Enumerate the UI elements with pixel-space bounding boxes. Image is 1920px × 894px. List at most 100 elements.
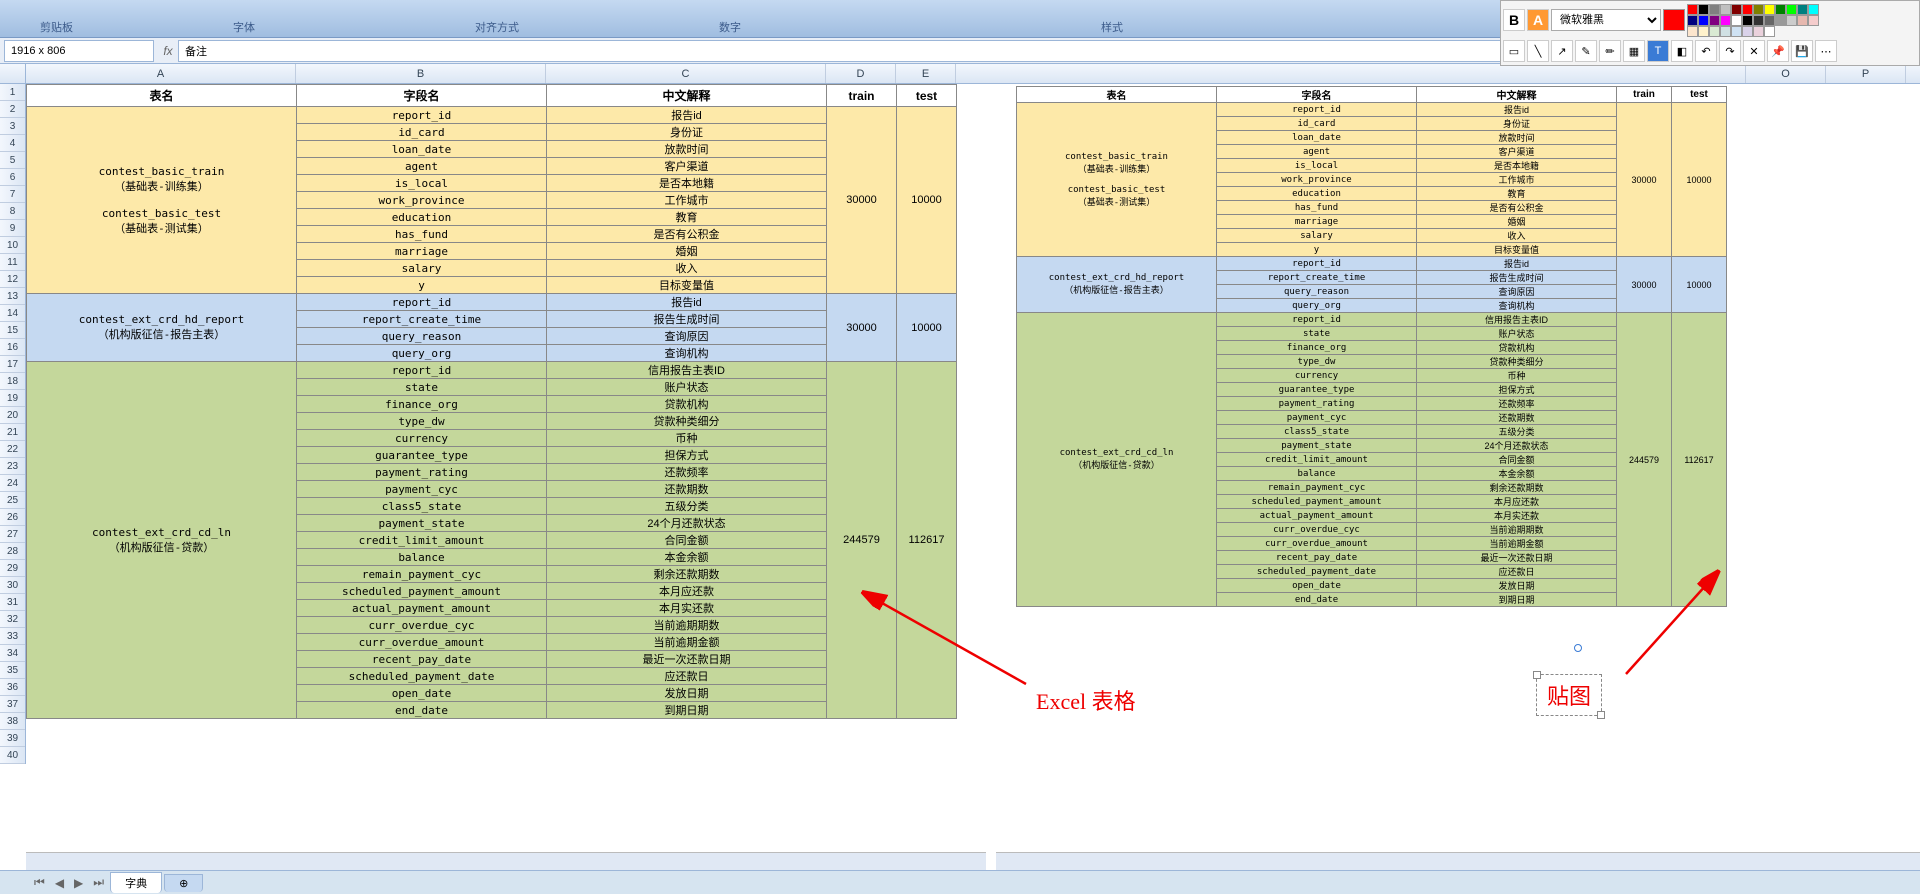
table-row[interactable]: contest_basic_train （基础表-训练集） contest_ba… <box>27 107 957 124</box>
label-paste-textbox[interactable]: 贴图 <box>1536 674 1602 716</box>
row-header[interactable]: 7 <box>0 186 25 203</box>
rect-tool-icon[interactable]: ▭ <box>1503 40 1525 62</box>
color-swatch[interactable] <box>1742 4 1753 15</box>
color-swatch[interactable] <box>1764 26 1775 37</box>
row-header[interactable]: 28 <box>0 543 25 560</box>
row-header[interactable]: 3 <box>0 118 25 135</box>
save-icon[interactable]: 💾 <box>1791 40 1813 62</box>
color-swatch[interactable] <box>1687 26 1698 37</box>
row-header[interactable]: 25 <box>0 492 25 509</box>
row-header[interactable]: 21 <box>0 424 25 441</box>
row-header[interactable]: 34 <box>0 645 25 662</box>
row-header[interactable]: 4 <box>0 135 25 152</box>
col-header[interactable]: B <box>296 64 546 83</box>
grid[interactable]: 表名字段名中文解释traintestcontest_basic_train （基… <box>26 84 1920 870</box>
col-header[interactable]: D <box>826 64 896 83</box>
row-header[interactable]: 10 <box>0 237 25 254</box>
color-swatch[interactable] <box>1687 4 1698 15</box>
color-swatch[interactable] <box>1731 4 1742 15</box>
color-swatch[interactable] <box>1797 4 1808 15</box>
row-header[interactable]: 38 <box>0 713 25 730</box>
color-swatch[interactable] <box>1709 26 1720 37</box>
col-header[interactable]: O <box>1746 64 1826 83</box>
color-swatch[interactable] <box>1753 26 1764 37</box>
scrollbar-left[interactable] <box>26 852 986 870</box>
color-swatch[interactable] <box>1731 26 1742 37</box>
row-header[interactable]: 40 <box>0 747 25 764</box>
tab-nav-next-icon[interactable]: ▶ <box>70 876 87 890</box>
color-swatch[interactable] <box>1753 4 1764 15</box>
col-header[interactable]: A <box>26 64 296 83</box>
color-swatch[interactable] <box>1808 4 1819 15</box>
row-header[interactable]: 14 <box>0 305 25 322</box>
sheet-tab-active[interactable]: 字典 <box>110 872 162 893</box>
row-header[interactable]: 15 <box>0 322 25 339</box>
row-header[interactable]: 8 <box>0 203 25 220</box>
ribbon-group-align[interactable]: 对齐方式 <box>475 19 519 37</box>
fx-icon[interactable]: fx <box>158 44 178 58</box>
color-swatch[interactable] <box>1775 4 1786 15</box>
row-header[interactable]: 17 <box>0 356 25 373</box>
color-swatch[interactable] <box>1698 26 1709 37</box>
pin-icon[interactable]: 📌 <box>1767 40 1789 62</box>
scrollbar-right[interactable] <box>996 852 1920 870</box>
row-header[interactable]: 29 <box>0 560 25 577</box>
row-header[interactable]: 39 <box>0 730 25 747</box>
color-swatch[interactable] <box>1698 4 1709 15</box>
tab-nav-prev-icon[interactable]: ◀ <box>51 876 68 890</box>
row-header[interactable]: 12 <box>0 271 25 288</box>
color-swatch[interactable] <box>1775 15 1786 26</box>
table-row[interactable]: contest_ext_crd_hd_report （机构版征信-报告主表）re… <box>1017 257 1727 271</box>
color-swatch[interactable] <box>1698 15 1709 26</box>
color-swatch[interactable] <box>1797 15 1808 26</box>
color-swatch[interactable] <box>1764 15 1775 26</box>
row-header[interactable]: 1 <box>0 84 25 101</box>
ribbon-group-clipboard[interactable]: 剪贴板 <box>40 19 73 37</box>
table-row[interactable]: contest_basic_train （基础表-训练集） contest_ba… <box>1017 103 1727 117</box>
color-swatch[interactable] <box>1720 26 1731 37</box>
row-header[interactable]: 36 <box>0 679 25 696</box>
row-header[interactable]: 11 <box>0 254 25 271</box>
color-swatch[interactable] <box>1742 26 1753 37</box>
main-table[interactable]: 表名字段名中文解释traintestcontest_basic_train （基… <box>26 84 957 719</box>
row-header[interactable]: 32 <box>0 611 25 628</box>
col-header[interactable]: P <box>1826 64 1906 83</box>
color-swatch[interactable] <box>1786 4 1797 15</box>
row-header[interactable]: 18 <box>0 373 25 390</box>
pen-tool-icon[interactable]: ✎ <box>1575 40 1597 62</box>
tab-nav-last-icon[interactable]: ⏭ <box>89 875 108 890</box>
font-select[interactable]: 微软雅黑 <box>1551 9 1661 31</box>
table-row[interactable]: contest_ext_crd_cd_ln （机构版征信-贷款）report_i… <box>27 362 957 379</box>
col-header[interactable]: C <box>546 64 826 83</box>
row-header[interactable]: 37 <box>0 696 25 713</box>
row-header[interactable]: 26 <box>0 509 25 526</box>
ribbon-group-font[interactable]: 字体 <box>233 19 255 37</box>
select-all-corner[interactable] <box>0 64 26 84</box>
arrow-tool-icon[interactable]: ↗ <box>1551 40 1573 62</box>
more-icon[interactable]: ⋯ <box>1815 40 1837 62</box>
table-row[interactable]: contest_ext_crd_hd_report （机构版征信-报告主表）re… <box>27 294 957 311</box>
table-row[interactable]: contest_ext_crd_cd_ln （机构版征信-贷款）report_i… <box>1017 313 1727 327</box>
ribbon-group-number[interactable]: 数字 <box>719 19 741 37</box>
name-box[interactable]: 1916 x 806 <box>4 40 154 62</box>
color-swatch[interactable] <box>1808 15 1819 26</box>
line-tool-icon[interactable]: ╲ <box>1527 40 1549 62</box>
color-swatch[interactable] <box>1720 4 1731 15</box>
color-swatch[interactable] <box>1720 15 1731 26</box>
rotate-handle[interactable] <box>1574 644 1582 652</box>
row-header[interactable]: 20 <box>0 407 25 424</box>
mosaic-tool-icon[interactable]: ▦ <box>1623 40 1645 62</box>
color-swatch[interactable] <box>1709 4 1720 15</box>
row-header[interactable]: 22 <box>0 441 25 458</box>
row-header[interactable]: 13 <box>0 288 25 305</box>
row-header[interactable]: 27 <box>0 526 25 543</box>
row-header[interactable]: 9 <box>0 220 25 237</box>
row-header[interactable]: 16 <box>0 339 25 356</box>
color-swatch[interactable] <box>1786 15 1797 26</box>
row-header[interactable]: 31 <box>0 594 25 611</box>
color-swatch[interactable] <box>1764 4 1775 15</box>
font-color-button[interactable]: A <box>1527 9 1549 31</box>
marker-tool-icon[interactable]: ✏ <box>1599 40 1621 62</box>
redo-icon[interactable]: ↷ <box>1719 40 1741 62</box>
row-header[interactable]: 24 <box>0 475 25 492</box>
